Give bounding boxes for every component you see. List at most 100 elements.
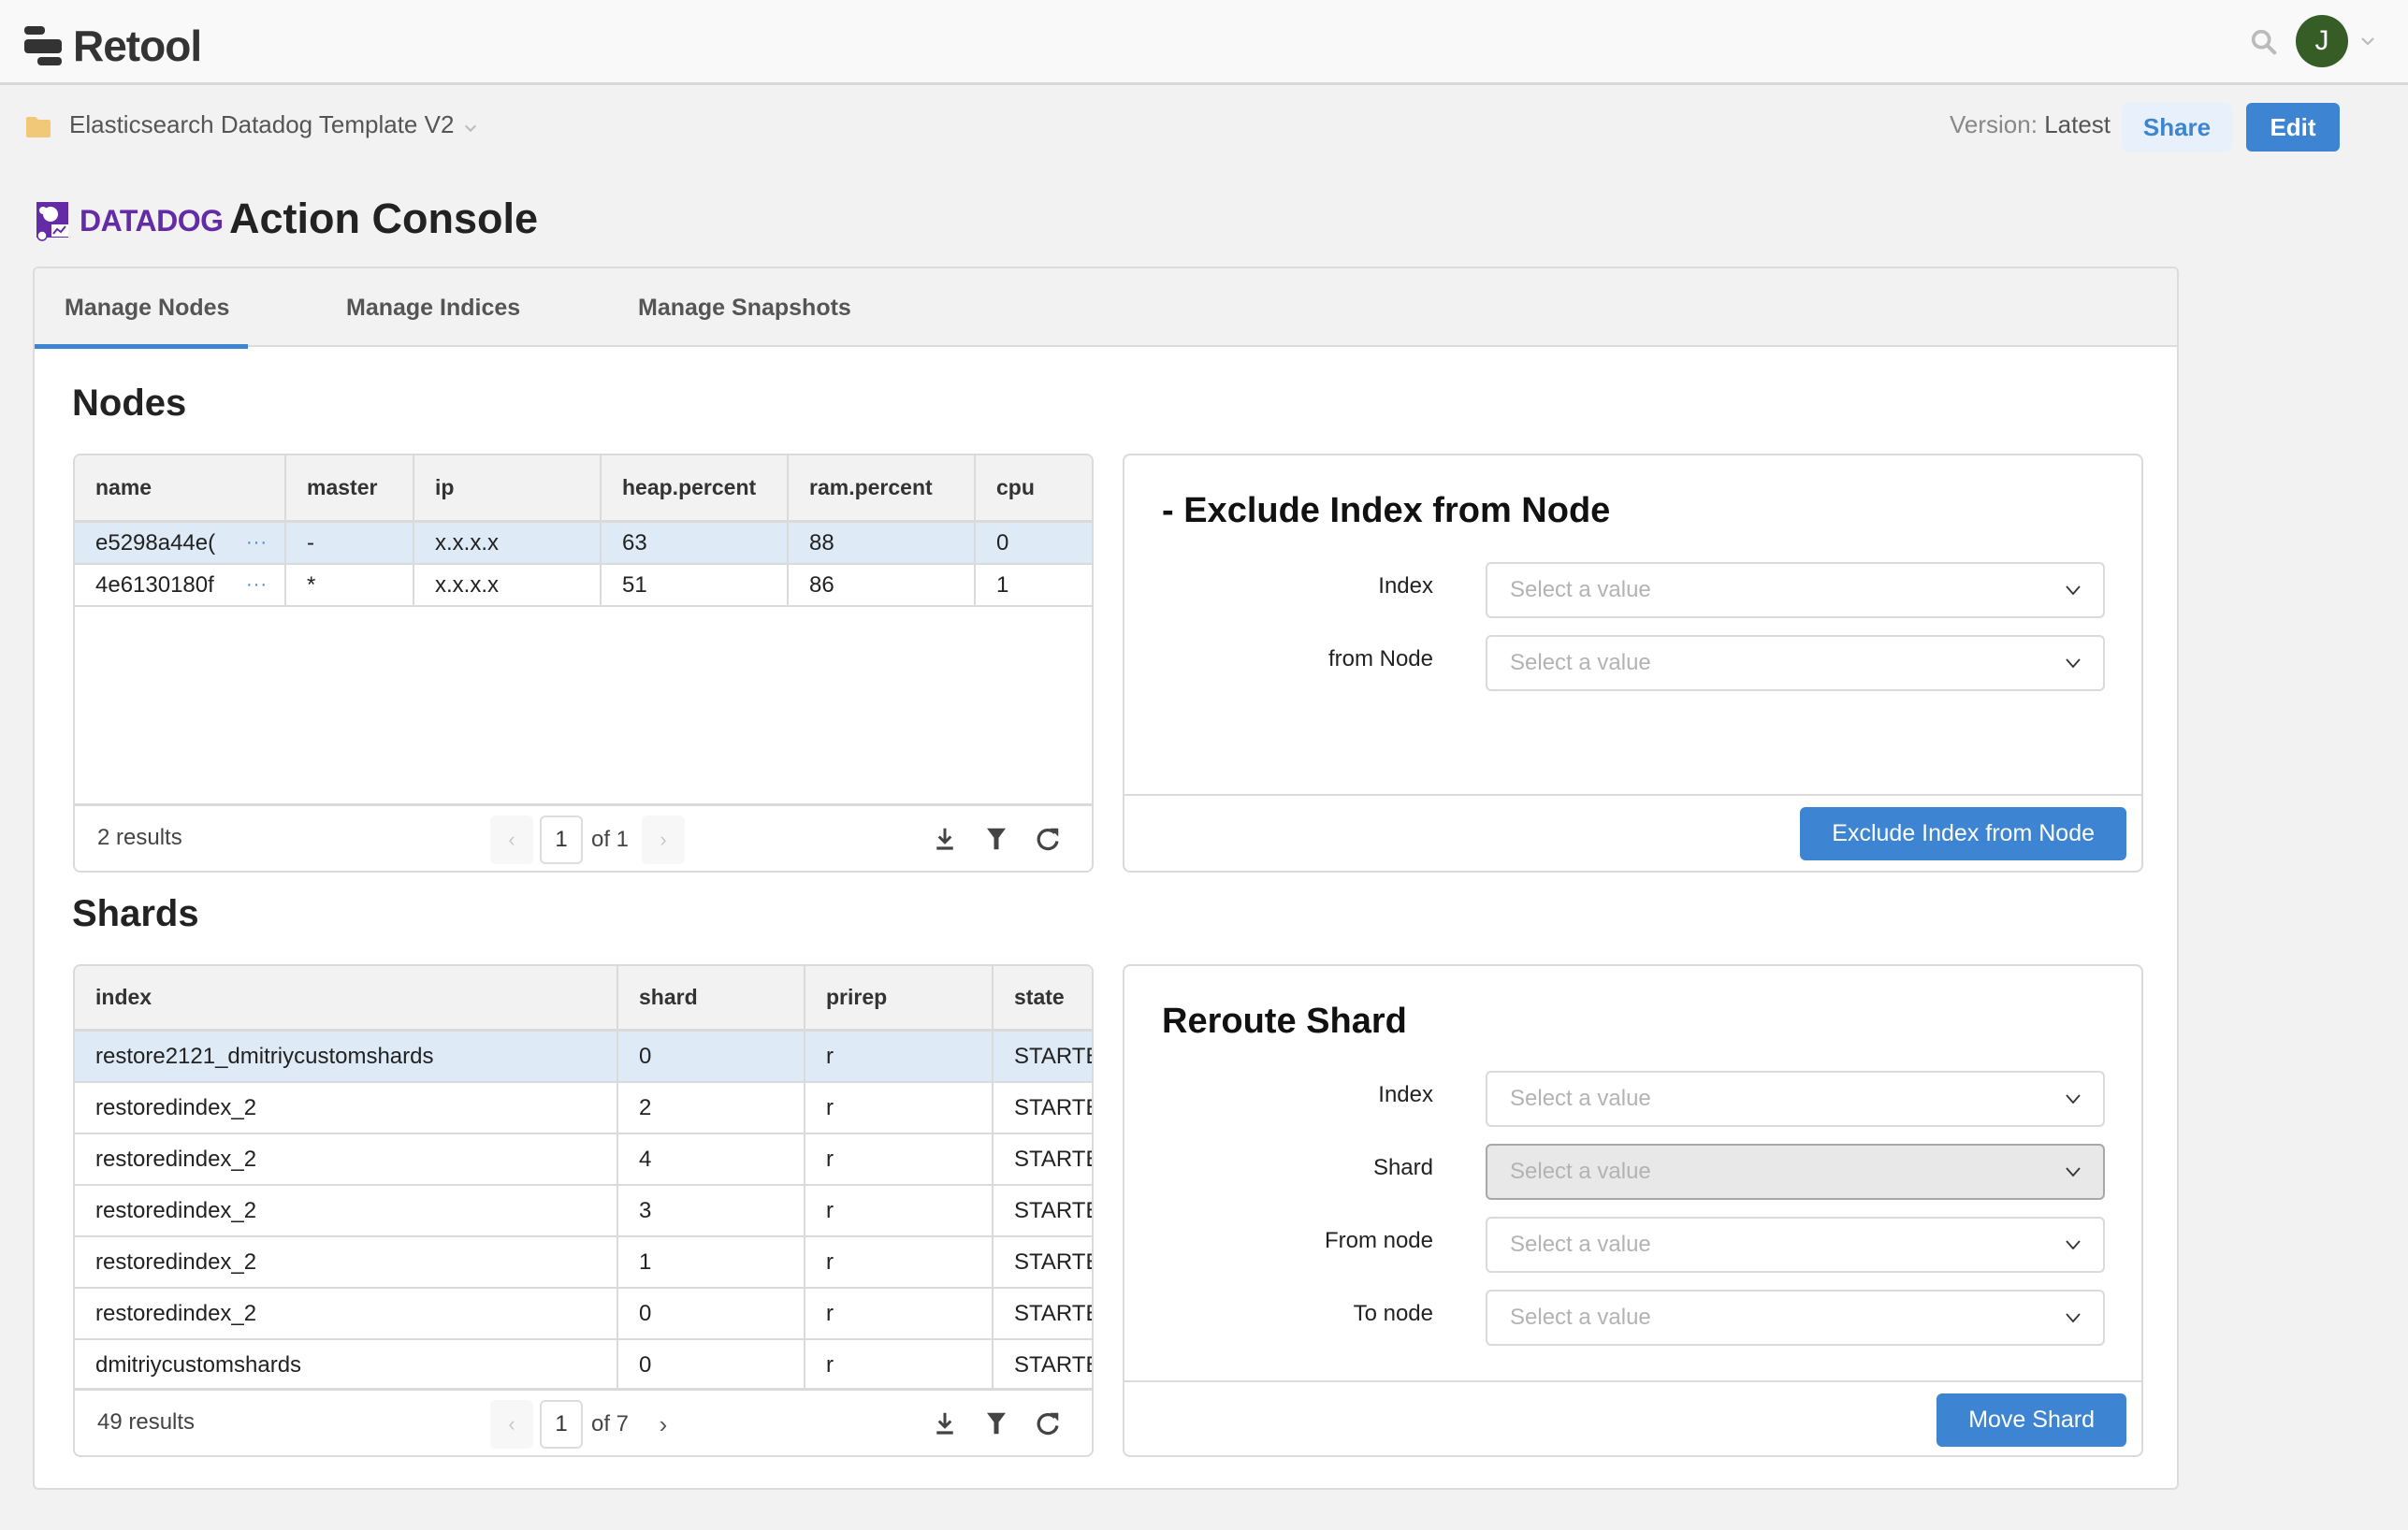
column-header-shard[interactable]: shard [618,966,805,1029]
chevron-down-icon [2066,1167,2081,1177]
download-icon[interactable] [931,825,959,853]
cell-shard: 0 [618,1289,805,1338]
nodes-table: name master ip heap.percent ram.percent … [73,454,1094,873]
page-input[interactable]: 1 [540,816,583,864]
version-label: Version: [1950,110,2038,138]
user-avatar[interactable]: J [2296,15,2348,67]
exclude-index-form: - Exclude Index from Node Index Select a… [1123,454,2143,873]
prev-page-button[interactable]: ‹ [490,816,533,864]
tab-manage-nodes[interactable]: Manage Nodes [35,268,249,349]
reroute-to-node-select[interactable]: Select a value [1486,1290,2105,1346]
table-row[interactable]: 4e6130180f ··· * x.x.x.x 51 86 1 [75,565,1092,607]
cell-index: restoredindex_2 [75,1083,618,1133]
shards-table: index shard prirep state restore2121_dmi… [73,964,1094,1457]
exclude-index-select[interactable]: Select a value [1486,562,2105,618]
table-row[interactable]: restoredindex_23r STARTED [75,1186,1092,1237]
nodes-table-footer: 2 results ‹ 1 of 1 › [75,803,1092,871]
cell-index: restoredindex_2 [75,1134,618,1184]
retool-logo[interactable]: Retool [24,21,202,71]
datadog-dog-icon [36,202,68,241]
chevron-down-icon [2066,585,2081,596]
results-count: 49 results [97,1409,196,1435]
table-row[interactable]: dmitriycustomshards0r STARTED [75,1340,1092,1392]
prev-page-button[interactable]: ‹ [490,1400,533,1449]
table-row[interactable]: e5298a44e( ··· - x.x.x.x 63 88 0 [75,523,1092,565]
cell-index: restoredindex_2 [75,1289,618,1338]
next-page-button[interactable]: › [642,1400,685,1449]
page-count: of 1 [591,827,630,852]
column-header-ip[interactable]: ip [414,455,602,520]
column-header-cpu[interactable]: cpu [976,455,1092,520]
exclude-from-node-select[interactable]: Select a value [1486,635,2105,691]
move-shard-button[interactable]: Move Shard [1937,1393,2126,1447]
column-header-master[interactable]: master [286,455,414,520]
cell-shard: 4 [618,1134,805,1184]
cell-index: restore2121_dmitriycustomshards [75,1032,618,1081]
column-header-name[interactable]: name [75,455,286,520]
cell-shard: 2 [618,1083,805,1133]
table-row[interactable]: restoredindex_20r STARTED [75,1289,1092,1340]
exclude-index-button[interactable]: Exclude Index from Node [1800,807,2126,860]
more-icon[interactable]: ··· [246,574,268,596]
filter-icon[interactable] [982,825,1010,853]
tab-bar: Manage Nodes Manage Indices Manage Snaps… [35,268,2177,349]
table-row[interactable]: restoredindex_24r STARTED [75,1134,1092,1186]
app-name[interactable]: Elasticsearch Datadog Template V2 [69,110,454,139]
cell-ip: x.x.x.x [414,523,602,563]
cell-prirep: r [805,1340,994,1390]
app-menu-chevron-icon[interactable] [462,120,479,137]
table-row[interactable]: restoredindex_21r STARTED [75,1237,1092,1289]
table-row[interactable]: restoredindex_22r STARTED [75,1083,1092,1134]
tab-manage-indices[interactable]: Manage Indices [346,268,520,347]
nodes-table-header: name master ip heap.percent ram.percent … [75,455,1092,523]
tab-container: Manage Nodes Manage Indices Manage Snaps… [33,267,2179,1490]
cell-shard: 1 [618,1237,805,1287]
version-indicator[interactable]: Version: Latest [1950,110,2111,139]
tab-manage-snapshots[interactable]: Manage Snapshots [638,268,851,347]
results-count: 2 results [97,825,182,850]
cell-index: restoredindex_2 [75,1186,618,1235]
more-icon[interactable]: ··· [246,532,268,554]
brand-name: Retool [73,22,202,70]
cell-state: STARTED [1014,1351,1092,1378]
cell-ip: x.x.x.x [414,565,602,605]
page-input[interactable]: 1 [540,1400,583,1449]
column-header-prirep[interactable]: prirep [805,966,994,1029]
cell-prirep: r [805,1134,994,1184]
from-node-field-label: from Node [1327,646,1433,671]
chevron-down-icon [2066,1240,2081,1250]
share-button[interactable]: Share [2122,103,2232,152]
filter-icon[interactable] [982,1409,1010,1437]
exclude-form-footer: Exclude Index from Node [1124,794,2141,871]
column-header-heap-percent[interactable]: heap.percent [602,455,789,520]
refresh-icon[interactable] [1034,825,1062,853]
column-header-index[interactable]: index [75,966,618,1029]
reroute-from-node-select[interactable]: Select a value [1486,1217,2105,1273]
cell-name: 4e6130180f ··· [75,565,286,605]
refresh-icon[interactable] [1034,1409,1062,1437]
exclude-form-title: - Exclude Index from Node [1162,491,1611,530]
page-count: of 7 [591,1411,630,1436]
cell-shard: 0 [618,1340,805,1390]
cell-shard: 3 [618,1186,805,1235]
search-icon[interactable] [2248,26,2280,58]
cell-heap-percent: 51 [602,565,789,605]
cell-ram-percent: 88 [789,523,976,563]
cell-state: STARTED [1014,1249,1092,1275]
cell-state: STARTED [1014,1197,1092,1223]
column-header-state[interactable]: state [994,966,1092,1029]
cell-ram-percent: 86 [789,565,976,605]
download-icon[interactable] [931,1409,959,1437]
chevron-down-icon[interactable] [2358,32,2377,51]
next-page-button[interactable]: › [642,816,685,864]
column-header-ram-percent[interactable]: ram.percent [789,455,976,520]
reroute-index-select[interactable]: Select a value [1486,1071,2105,1127]
edit-button[interactable]: Edit [2246,103,2340,152]
from-node-field-label: From node [1324,1228,1433,1253]
version-value: Latest [2044,110,2111,138]
reroute-shard-form: Reroute Shard Index Select a value Shard… [1123,964,2143,1457]
index-field-label: Index [1378,573,1433,599]
table-row[interactable]: restore2121_dmitriycustomshards0r STARTED [75,1032,1092,1083]
cell-prirep: r [805,1237,994,1287]
reroute-shard-select[interactable]: Select a value [1486,1144,2105,1200]
